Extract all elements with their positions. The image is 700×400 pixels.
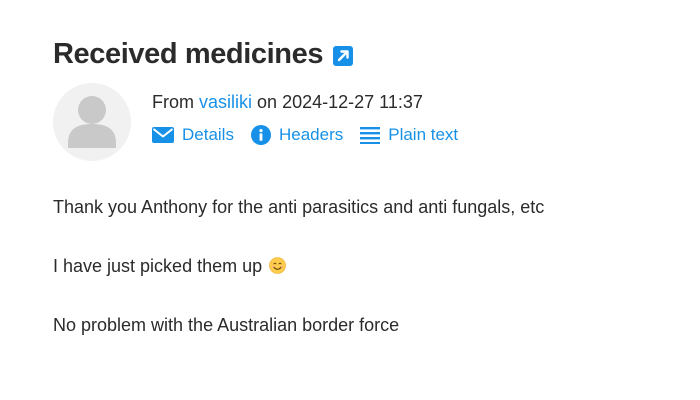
headers-button[interactable]: Headers <box>250 124 344 146</box>
info-icon <box>250 125 271 145</box>
body-line: I have just picked them up <box>53 254 544 278</box>
body-line-text: I have just picked them up <box>53 256 263 276</box>
message-body: Thank you Anthony for the anti parasitic… <box>53 195 544 372</box>
sender-link[interactable]: vasiliki <box>199 92 252 112</box>
details-label: Details <box>182 125 234 144</box>
lines-icon <box>360 127 381 144</box>
headers-label: Headers <box>278 125 344 144</box>
body-line: No problem with the Australian border fo… <box>53 315 400 335</box>
message-datetime: 2024-12-27 11:37 <box>282 92 423 112</box>
avatar <box>53 83 131 161</box>
external-link-icon[interactable] <box>333 46 354 66</box>
date-prefix: on <box>257 92 278 112</box>
subject-title: Received medicines <box>53 38 324 70</box>
message-actions: Details Headers Plain text <box>152 124 475 146</box>
message-subject: Received medicines <box>53 36 354 72</box>
from-line: From vasiliki on 2024-12-27 11:37 <box>152 90 475 114</box>
plain-text-label: Plain text <box>388 125 459 144</box>
from-prefix: From <box>152 92 194 112</box>
details-button[interactable]: Details <box>152 124 234 146</box>
plain-text-button[interactable]: Plain text <box>360 124 458 146</box>
message-view: Received medicines From vasiliki on 2024… <box>0 0 700 400</box>
envelope-icon <box>152 127 174 143</box>
message-meta: From vasiliki on 2024-12-27 11:37 Detail… <box>152 90 475 146</box>
user-silhouette-icon <box>68 96 116 148</box>
smiling-face-emoji <box>269 257 286 274</box>
body-line: Thank you Anthony for the anti parasitic… <box>53 197 545 217</box>
